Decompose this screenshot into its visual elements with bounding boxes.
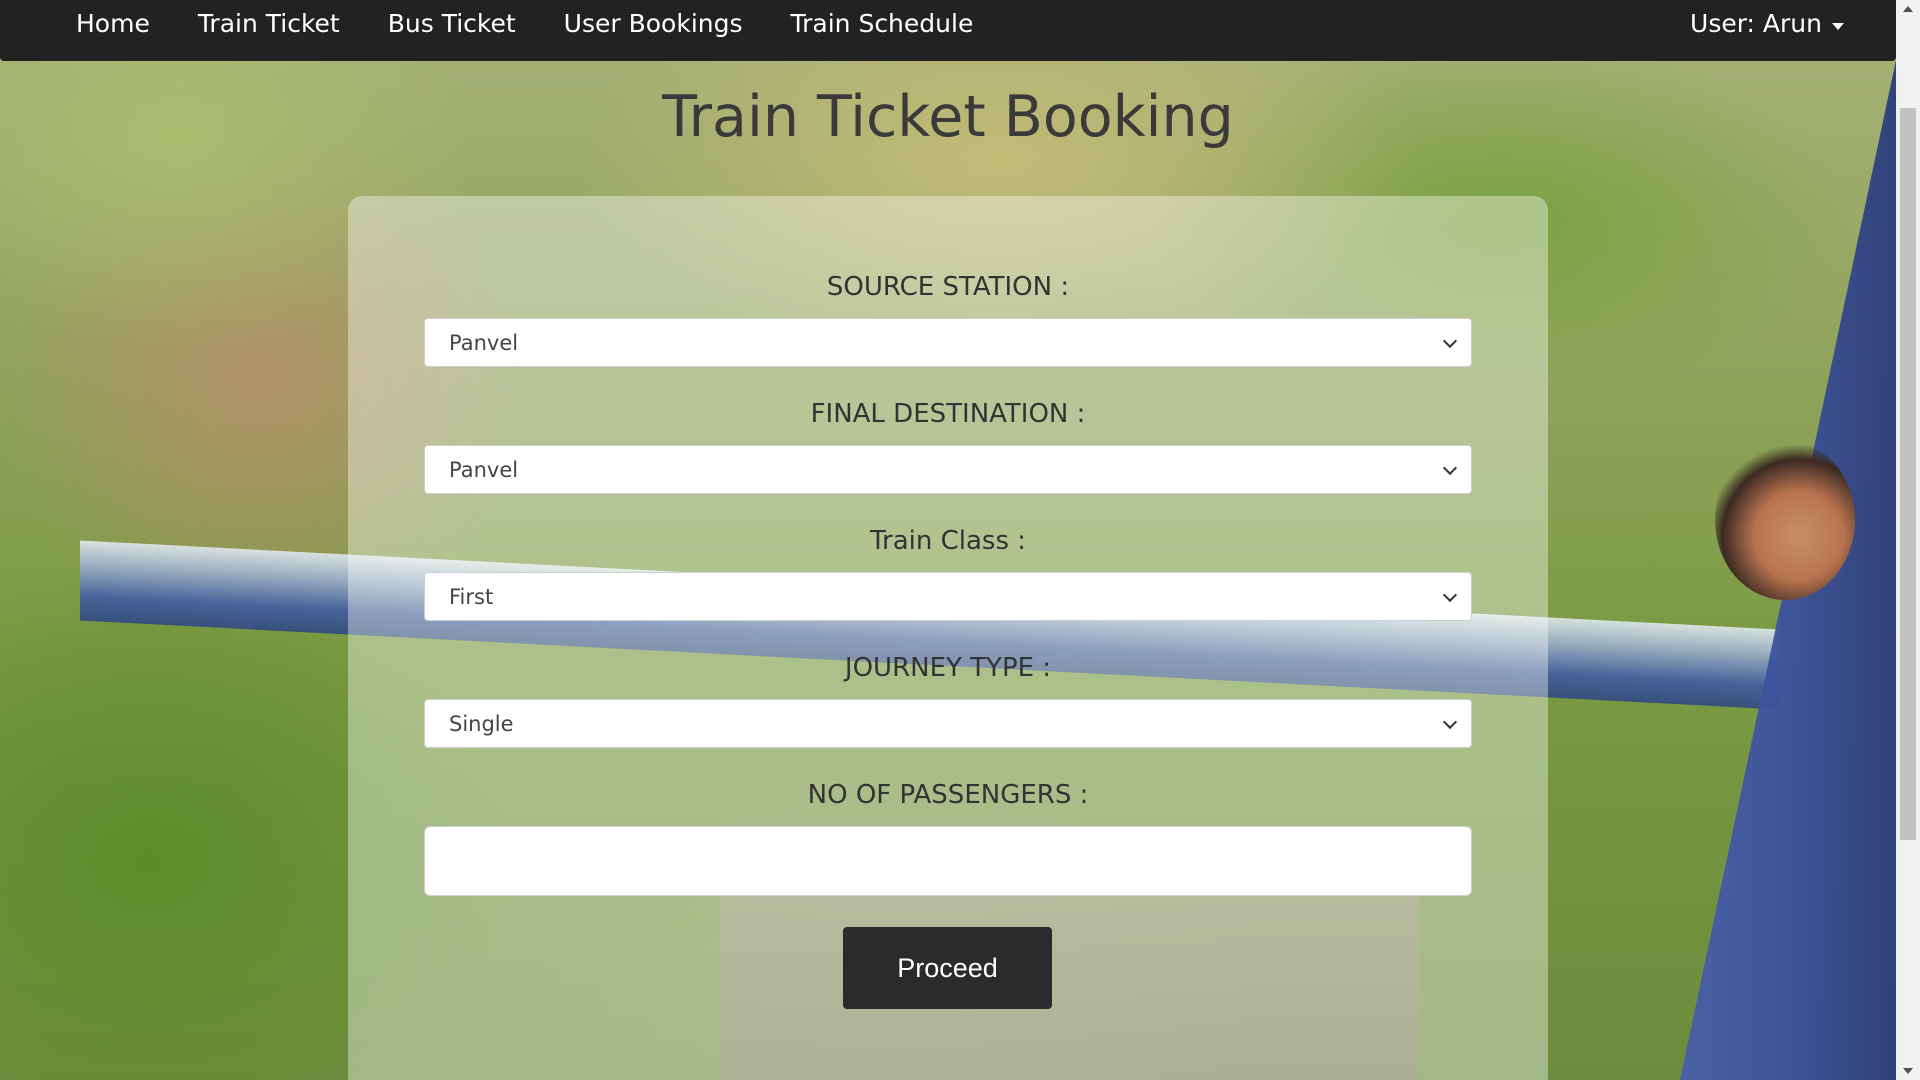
final-destination-label: FINAL DESTINATION :: [810, 399, 1086, 429]
nav-train-ticket[interactable]: Train Ticket: [174, 0, 364, 48]
proceed-button[interactable]: Proceed: [843, 927, 1052, 1009]
train-class-value: First: [449, 584, 494, 609]
scroll-up-icon[interactable]: [1903, 6, 1913, 12]
source-station-value: Panvel: [449, 330, 519, 355]
passenger-photo: [1715, 440, 1855, 600]
passengers-label: NO OF PASSENGERS :: [807, 780, 1089, 810]
scroll-thumb[interactable]: [1900, 108, 1916, 840]
page-scrollbar[interactable]: [1896, 0, 1920, 1080]
user-menu[interactable]: User: Arun: [1690, 0, 1844, 48]
user-menu-label: User: Arun: [1690, 9, 1822, 38]
chevron-down-icon: [1442, 460, 1458, 475]
journey-type-label: JOURNEY TYPE :: [844, 653, 1052, 683]
nav-user-bookings[interactable]: User Bookings: [540, 0, 767, 48]
near-train: [1680, 60, 1896, 1080]
nav-links: Home Train Ticket Bus Ticket User Bookin…: [52, 0, 997, 48]
caret-down-icon: [1832, 22, 1844, 30]
scroll-down-icon[interactable]: [1903, 1068, 1913, 1074]
nav-bus-ticket[interactable]: Bus Ticket: [364, 0, 540, 48]
journey-type-value: Single: [449, 711, 514, 736]
nav-home[interactable]: Home: [52, 0, 174, 48]
train-class-label: Train Class :: [869, 526, 1027, 556]
passengers-input[interactable]: [424, 826, 1472, 896]
top-navbar: Home Train Ticket Bus Ticket User Bookin…: [0, 0, 1896, 61]
journey-type-select[interactable]: Single: [424, 699, 1472, 748]
nav-train-schedule[interactable]: Train Schedule: [767, 0, 998, 48]
chevron-down-icon: [1442, 714, 1458, 729]
chevron-down-icon: [1442, 333, 1458, 348]
source-station-select[interactable]: Panvel: [424, 318, 1472, 367]
page-title: Train Ticket Booking: [662, 84, 1234, 150]
train-class-select[interactable]: First: [424, 572, 1472, 621]
final-destination-select[interactable]: Panvel: [424, 445, 1472, 494]
final-destination-value: Panvel: [449, 457, 519, 482]
source-station-label: SOURCE STATION :: [826, 272, 1070, 302]
booking-form: SOURCE STATION : Panvel FINAL DESTINATIO…: [348, 196, 1548, 1080]
chevron-down-icon: [1442, 587, 1458, 602]
